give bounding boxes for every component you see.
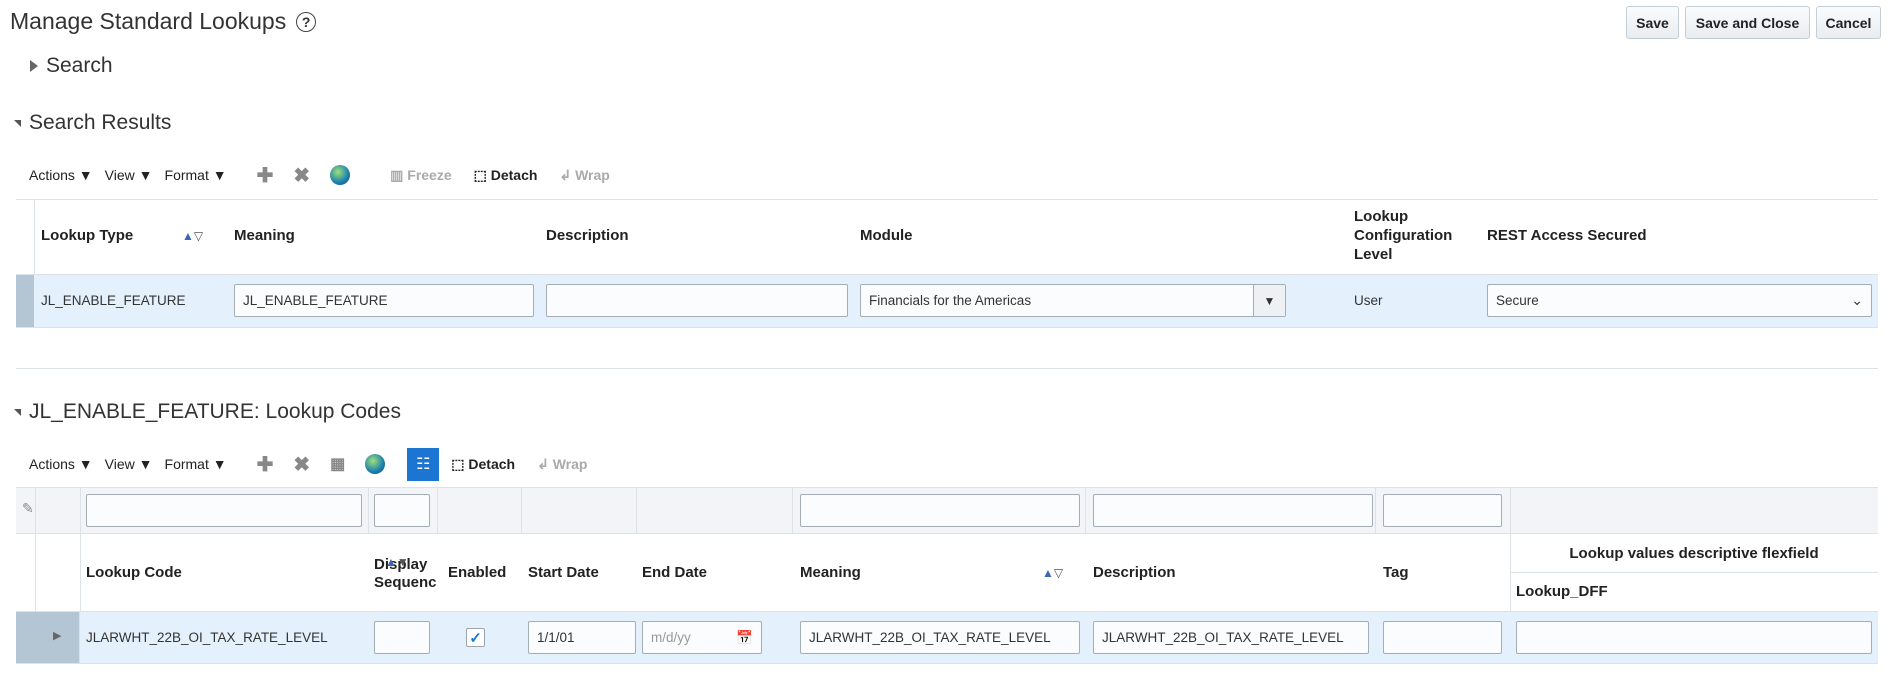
col-description[interactable]: Description [546,227,629,244]
sort-icon[interactable]: ▲▽ [182,229,203,243]
expand-row-icon[interactable]: ▶ [53,629,61,642]
filter-display-sequence[interactable] [374,494,430,527]
add-icon[interactable]: ✚ [257,163,274,188]
display-sequence-input[interactable] [374,621,430,654]
clear-filter-icon[interactable]: ✎ [22,500,34,517]
lookup-dff-input[interactable] [1516,621,1872,654]
col-lookup-code[interactable]: Lookup Code [86,564,182,581]
delete-icon[interactable]: ✖ [293,452,310,477]
format-menu[interactable]: Format ▼ [165,456,227,472]
filter-lookup-code[interactable] [86,494,362,527]
save-button[interactable]: Save [1626,6,1679,39]
meaning-input[interactable]: JL_ENABLE_FEATURE [234,284,534,317]
lookup-type-value: JL_ENABLE_FEATURE [41,293,186,308]
wrap-button[interactable]: ↲ Wrap [537,456,587,473]
col-rest-access[interactable]: REST Access Secured [1487,227,1647,244]
page-title-text: Manage Standard Lookups [10,8,287,34]
enabled-checkbox[interactable]: ✓ [466,628,485,647]
row-selector[interactable] [16,612,80,663]
col-description[interactable]: Description [1093,564,1176,581]
lookup-codes-header[interactable]: JL_ENABLE_FEATURE: Lookup Codes [14,400,401,424]
description-input[interactable] [546,284,848,317]
col-config-level[interactable]: Lookup Configuration Level [1354,207,1469,264]
collapse-icon [14,408,21,416]
sort-icon[interactable]: ▲▽ [1042,566,1063,580]
col-lookup-dff[interactable]: Lookup_DFF [1516,583,1608,600]
filter-meaning[interactable] [800,494,1080,527]
view-menu[interactable]: View ▼ [105,456,153,472]
end-date-input[interactable]: m/d/yy 📅 [642,621,762,654]
view-menu[interactable]: View ▼ [105,167,153,183]
translate-globe-icon[interactable] [365,454,386,474]
lookup-codes-label: JL_ENABLE_FEATURE: Lookup Codes [29,400,401,423]
actions-menu[interactable]: Actions ▼ [29,456,93,472]
detach-button[interactable]: ⬚ Detach [474,167,538,184]
chevron-down-icon: ⌄ [1851,292,1863,308]
page-title: Manage Standard Lookups? [10,8,317,35]
meaning-input[interactable]: JLARWHT_22B_OI_TAX_RATE_LEVEL [800,621,1080,654]
query-by-example-icon[interactable]: ☷ [407,447,440,481]
rest-access-select[interactable]: Secure ⌄ [1487,284,1872,317]
lookup-code-value: JLARWHT_22B_OI_TAX_RATE_LEVEL [86,630,328,645]
sort-icon[interactable]: ▲▼ [385,555,409,569]
save-and-close-button[interactable]: Save and Close [1685,6,1810,39]
start-date-input[interactable]: 1/1/01 [528,621,636,654]
freeze-button[interactable]: ▥ Freeze [390,167,451,184]
flexfield-group-header: Lookup values descriptive flexfield [1569,545,1819,562]
collapse-icon [14,119,21,127]
format-menu[interactable]: Format ▼ [165,167,227,183]
filter-description[interactable] [1093,494,1373,527]
col-enabled[interactable]: Enabled [448,564,506,581]
module-combobox[interactable]: Financials for the Americas ▼ [860,284,1286,317]
edit-table-icon[interactable]: ▦ [330,454,345,474]
tag-input[interactable] [1383,621,1502,654]
expand-icon [30,60,38,72]
col-meaning[interactable]: Meaning [800,564,861,581]
translate-globe-icon[interactable] [330,165,351,185]
col-start-date[interactable]: Start Date [528,564,599,581]
calendar-icon[interactable]: 📅 [736,630,753,646]
add-icon[interactable]: ✚ [257,452,274,477]
codes-toolbar: Actions ▼ View ▼ Format ▼ ✚ ✖ ▦ ☷ ⬚ Deta… [29,447,609,481]
col-lookup-type[interactable]: Lookup Type [41,227,133,244]
actions-menu[interactable]: Actions ▼ [29,167,93,183]
filter-tag[interactable] [1383,494,1502,527]
question-circle-icon[interactable]: ? [296,11,317,32]
search-results-header[interactable]: Search Results [14,111,171,135]
col-end-date[interactable]: End Date [642,564,707,581]
cancel-button[interactable]: Cancel [1816,6,1881,39]
results-toolbar: Actions ▼ View ▼ Format ▼ ✚ ✖ ▥ Freeze ⬚… [29,163,632,187]
description-input[interactable]: JLARWHT_22B_OI_TAX_RATE_LEVEL [1093,621,1369,654]
search-results-label: Search Results [29,111,172,134]
row-selector[interactable] [16,275,34,327]
search-label: Search [46,54,113,77]
detach-button[interactable]: ⬚ Detach [451,456,515,473]
wrap-button[interactable]: ↲ Wrap [559,167,609,184]
dropdown-arrow-icon[interactable]: ▼ [1253,285,1285,316]
col-meaning[interactable]: Meaning [234,227,295,244]
delete-icon[interactable]: ✖ [293,163,310,188]
col-tag[interactable]: Tag [1383,564,1409,581]
col-module[interactable]: Module [860,227,913,244]
search-section-toggle[interactable]: Search [30,54,113,78]
config-level-value: User [1354,293,1383,308]
